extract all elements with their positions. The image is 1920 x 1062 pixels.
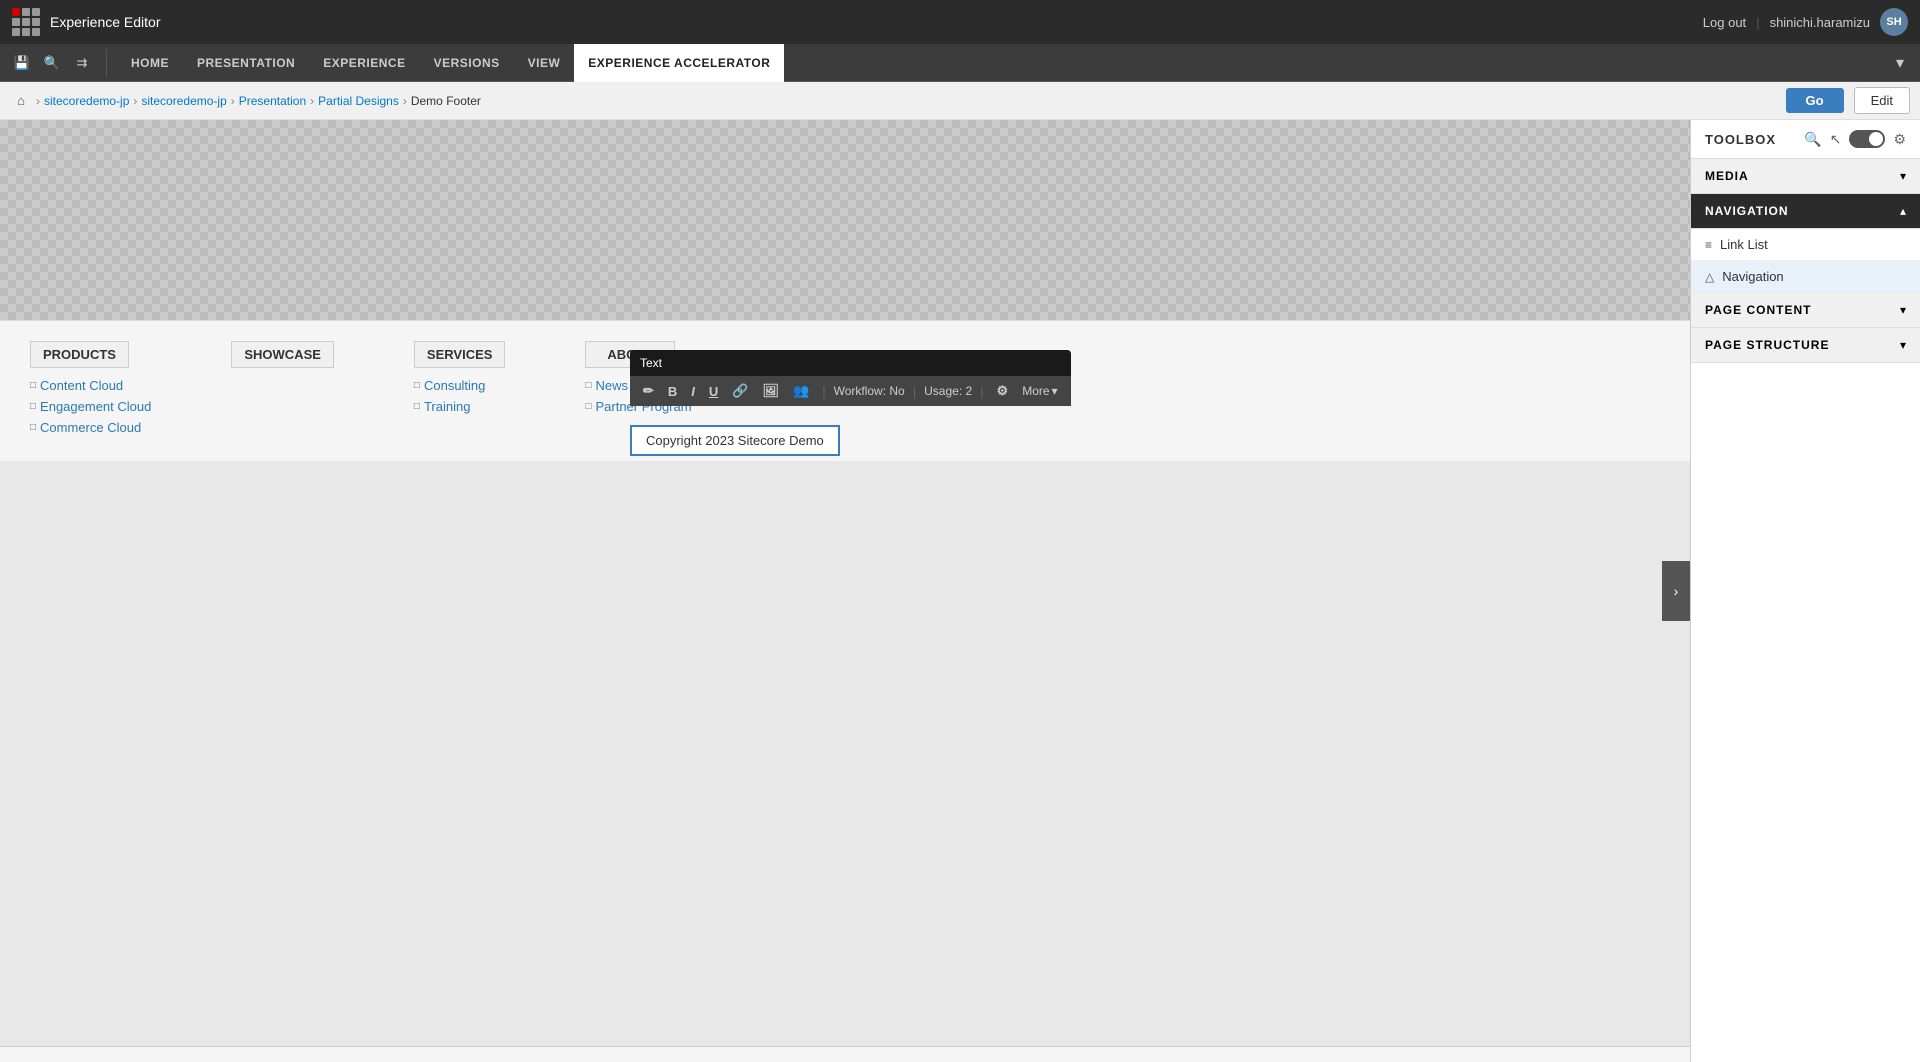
section-page-structure-arrow: ▾ [1900, 338, 1906, 352]
breadcrumb-bar: ⌂ › sitecoredemo-jp › sitecoredemo-jp › … [0, 82, 1920, 120]
toolbox-header: TOOLBOX 🔍 ↖ ⚙ [1691, 120, 1920, 159]
toolbox-title: TOOLBOX [1705, 132, 1776, 147]
toolbox-search-icon[interactable]: 🔍 [1804, 131, 1821, 148]
nav-tabs: 💾 🔍 ⇉ HOME PRESENTATION EXPERIENCE VERSI… [0, 44, 1920, 82]
toolbar-body: ✏ B I U 🔗 🖼 👥 | Workflow: No | Usage: 2 … [630, 376, 1071, 406]
toolbox-cursor-icon[interactable]: ↖ [1830, 131, 1842, 148]
breadcrumb-presentation[interactable]: Presentation [239, 94, 306, 108]
tab-icon-group: 💾 🔍 ⇉ [8, 49, 107, 77]
share-icon-btn[interactable]: ⇉ [68, 49, 96, 77]
footer-col-products: PRODUCTS □ Content Cloud □ Engagement Cl… [30, 341, 151, 441]
right-panel-toggle[interactable]: › [1662, 561, 1690, 621]
breadcrumb-demo-footer: Demo Footer [411, 94, 481, 108]
link-icon-content-cloud: □ [30, 380, 36, 391]
tab-experience-accelerator[interactable]: EXPERIENCE ACCELERATOR [574, 44, 784, 82]
link-icon-news-release: □ [585, 380, 591, 391]
username-label: shinichi.haramizu [1770, 15, 1870, 30]
toolbar-btn-image[interactable]: 🖼 [758, 381, 785, 401]
toolbox-section-navigation[interactable]: NAVIGATION ▴ [1691, 194, 1920, 229]
toolbox-sidebar: TOOLBOX 🔍 ↖ ⚙ MEDIA ▾ NAVIGATION ▴ ≡ Lin… [1690, 120, 1920, 1062]
main-layout: PRODUCTS □ Content Cloud □ Engagement Cl… [0, 120, 1920, 1062]
section-media-label: MEDIA [1705, 169, 1749, 183]
toggle-knob [1869, 132, 1883, 146]
section-page-content-label: PAGE CONTENT [1705, 303, 1811, 317]
link-list-label: Link List [1720, 237, 1768, 252]
toolbox-section-page-content[interactable]: PAGE CONTENT ▾ [1691, 293, 1920, 328]
copyright-box[interactable]: Copyright 2023 Sitecore Demo [630, 425, 840, 456]
section-page-structure-label: PAGE STRUCTURE [1705, 338, 1829, 352]
footer-col-header-showcase[interactable]: SHOWCASE [231, 341, 334, 368]
user-area: Log out | shinichi.haramizu SH [1703, 8, 1908, 36]
app-title: Experience Editor [50, 14, 1703, 30]
toolbar-btn-settings[interactable]: ⚙ [992, 381, 1014, 401]
toolbox-settings-icon[interactable]: ⚙ [1893, 131, 1906, 148]
link-icon-commerce-cloud: □ [30, 422, 36, 433]
content-area: PRODUCTS □ Content Cloud □ Engagement Cl… [0, 120, 1690, 1062]
footer-col-header-services[interactable]: SERVICES [414, 341, 506, 368]
floating-toolbar: Text ✏ B I U 🔗 🖼 👥 | Workflow: No | Usag… [630, 350, 1071, 406]
toolbox-item-link-list[interactable]: ≡ Link List [1691, 229, 1920, 261]
toolbox-item-navigation[interactable]: △ Navigation [1691, 261, 1920, 293]
tab-experience[interactable]: EXPERIENCE [309, 44, 419, 82]
toolbar-btn-link[interactable]: 🔗 [727, 381, 753, 401]
tab-view[interactable]: VIEW [514, 44, 575, 82]
link-icon-consulting: □ [414, 380, 420, 391]
link-icon-partner-program: □ [585, 401, 591, 412]
toolbar-btn-bold[interactable]: B [663, 382, 682, 401]
link-icon-engagement-cloud: □ [30, 401, 36, 412]
horizontal-scrollbar[interactable] [0, 1046, 1690, 1062]
footer-link-commerce-cloud[interactable]: □ Commerce Cloud [30, 420, 151, 435]
footer-col-services: SERVICES □ Consulting □ Training [414, 341, 506, 441]
footer-link-content-cloud[interactable]: □ Content Cloud [30, 378, 151, 393]
navigation-item-icon: △ [1705, 270, 1714, 284]
toolbox-icons: 🔍 ↖ ⚙ [1804, 130, 1906, 148]
home-icon-btn[interactable]: ⌂ [10, 90, 32, 112]
breadcrumb-partial-designs[interactable]: Partial Designs [318, 94, 399, 108]
breadcrumb-sitecoredemo2[interactable]: sitecoredemo-jp [141, 94, 226, 108]
search-icon-btn[interactable]: 🔍 [38, 49, 66, 77]
toolbox-section-media[interactable]: MEDIA ▾ [1691, 159, 1920, 194]
toolbar-btn-underline[interactable]: U [704, 382, 723, 401]
footer-link-training[interactable]: □ Training [414, 399, 506, 414]
navigation-item-label: Navigation [1722, 269, 1783, 284]
breadcrumb-sitecoredemo1[interactable]: sitecoredemo-jp [44, 94, 129, 108]
section-navigation-label: NAVIGATION [1705, 204, 1789, 218]
toolbar-btn-pencil[interactable]: ✏ [638, 381, 659, 401]
toolbar-btn-italic[interactable]: I [686, 382, 700, 401]
link-icon-training: □ [414, 401, 420, 412]
toolbox-section-page-structure[interactable]: PAGE STRUCTURE ▾ [1691, 328, 1920, 363]
copyright-text: Copyright 2023 Sitecore Demo [646, 433, 824, 448]
toolbar-btn-users[interactable]: 👥 [788, 381, 814, 401]
section-page-content-arrow: ▾ [1900, 303, 1906, 317]
placeholder-area [0, 120, 1690, 320]
usage-count: Usage: 2 [924, 384, 972, 398]
footer-col-showcase: SHOWCASE [231, 341, 334, 441]
logout-link[interactable]: Log out [1703, 15, 1746, 30]
go-button[interactable]: Go [1786, 88, 1844, 113]
tabs-dropdown-arrow[interactable]: ▾ [1888, 49, 1912, 77]
tab-presentation[interactable]: PRESENTATION [183, 44, 309, 82]
toolbox-toggle[interactable] [1849, 130, 1885, 148]
avatar: SH [1880, 8, 1908, 36]
section-media-arrow: ▾ [1900, 169, 1906, 183]
footer-link-engagement-cloud[interactable]: □ Engagement Cloud [30, 399, 151, 414]
toolbar-title: Text [630, 350, 1071, 376]
edit-button[interactable]: Edit [1854, 87, 1910, 114]
footer-col-header-products[interactable]: PRODUCTS [30, 341, 129, 368]
save-icon-btn[interactable]: 💾 [8, 49, 36, 77]
workflow-status: Workflow: No [834, 384, 905, 398]
link-list-icon: ≡ [1705, 238, 1712, 252]
section-navigation-arrow: ▴ [1900, 204, 1906, 218]
tab-versions[interactable]: VERSIONS [420, 44, 514, 82]
top-bar: Experience Editor Log out | shinichi.har… [0, 0, 1920, 44]
app-logo [12, 8, 40, 36]
toolbar-more-btn[interactable]: More ▾ [1017, 382, 1062, 400]
user-separator: | [1756, 15, 1759, 30]
footer-link-consulting[interactable]: □ Consulting [414, 378, 506, 393]
tab-home[interactable]: HOME [117, 44, 183, 82]
